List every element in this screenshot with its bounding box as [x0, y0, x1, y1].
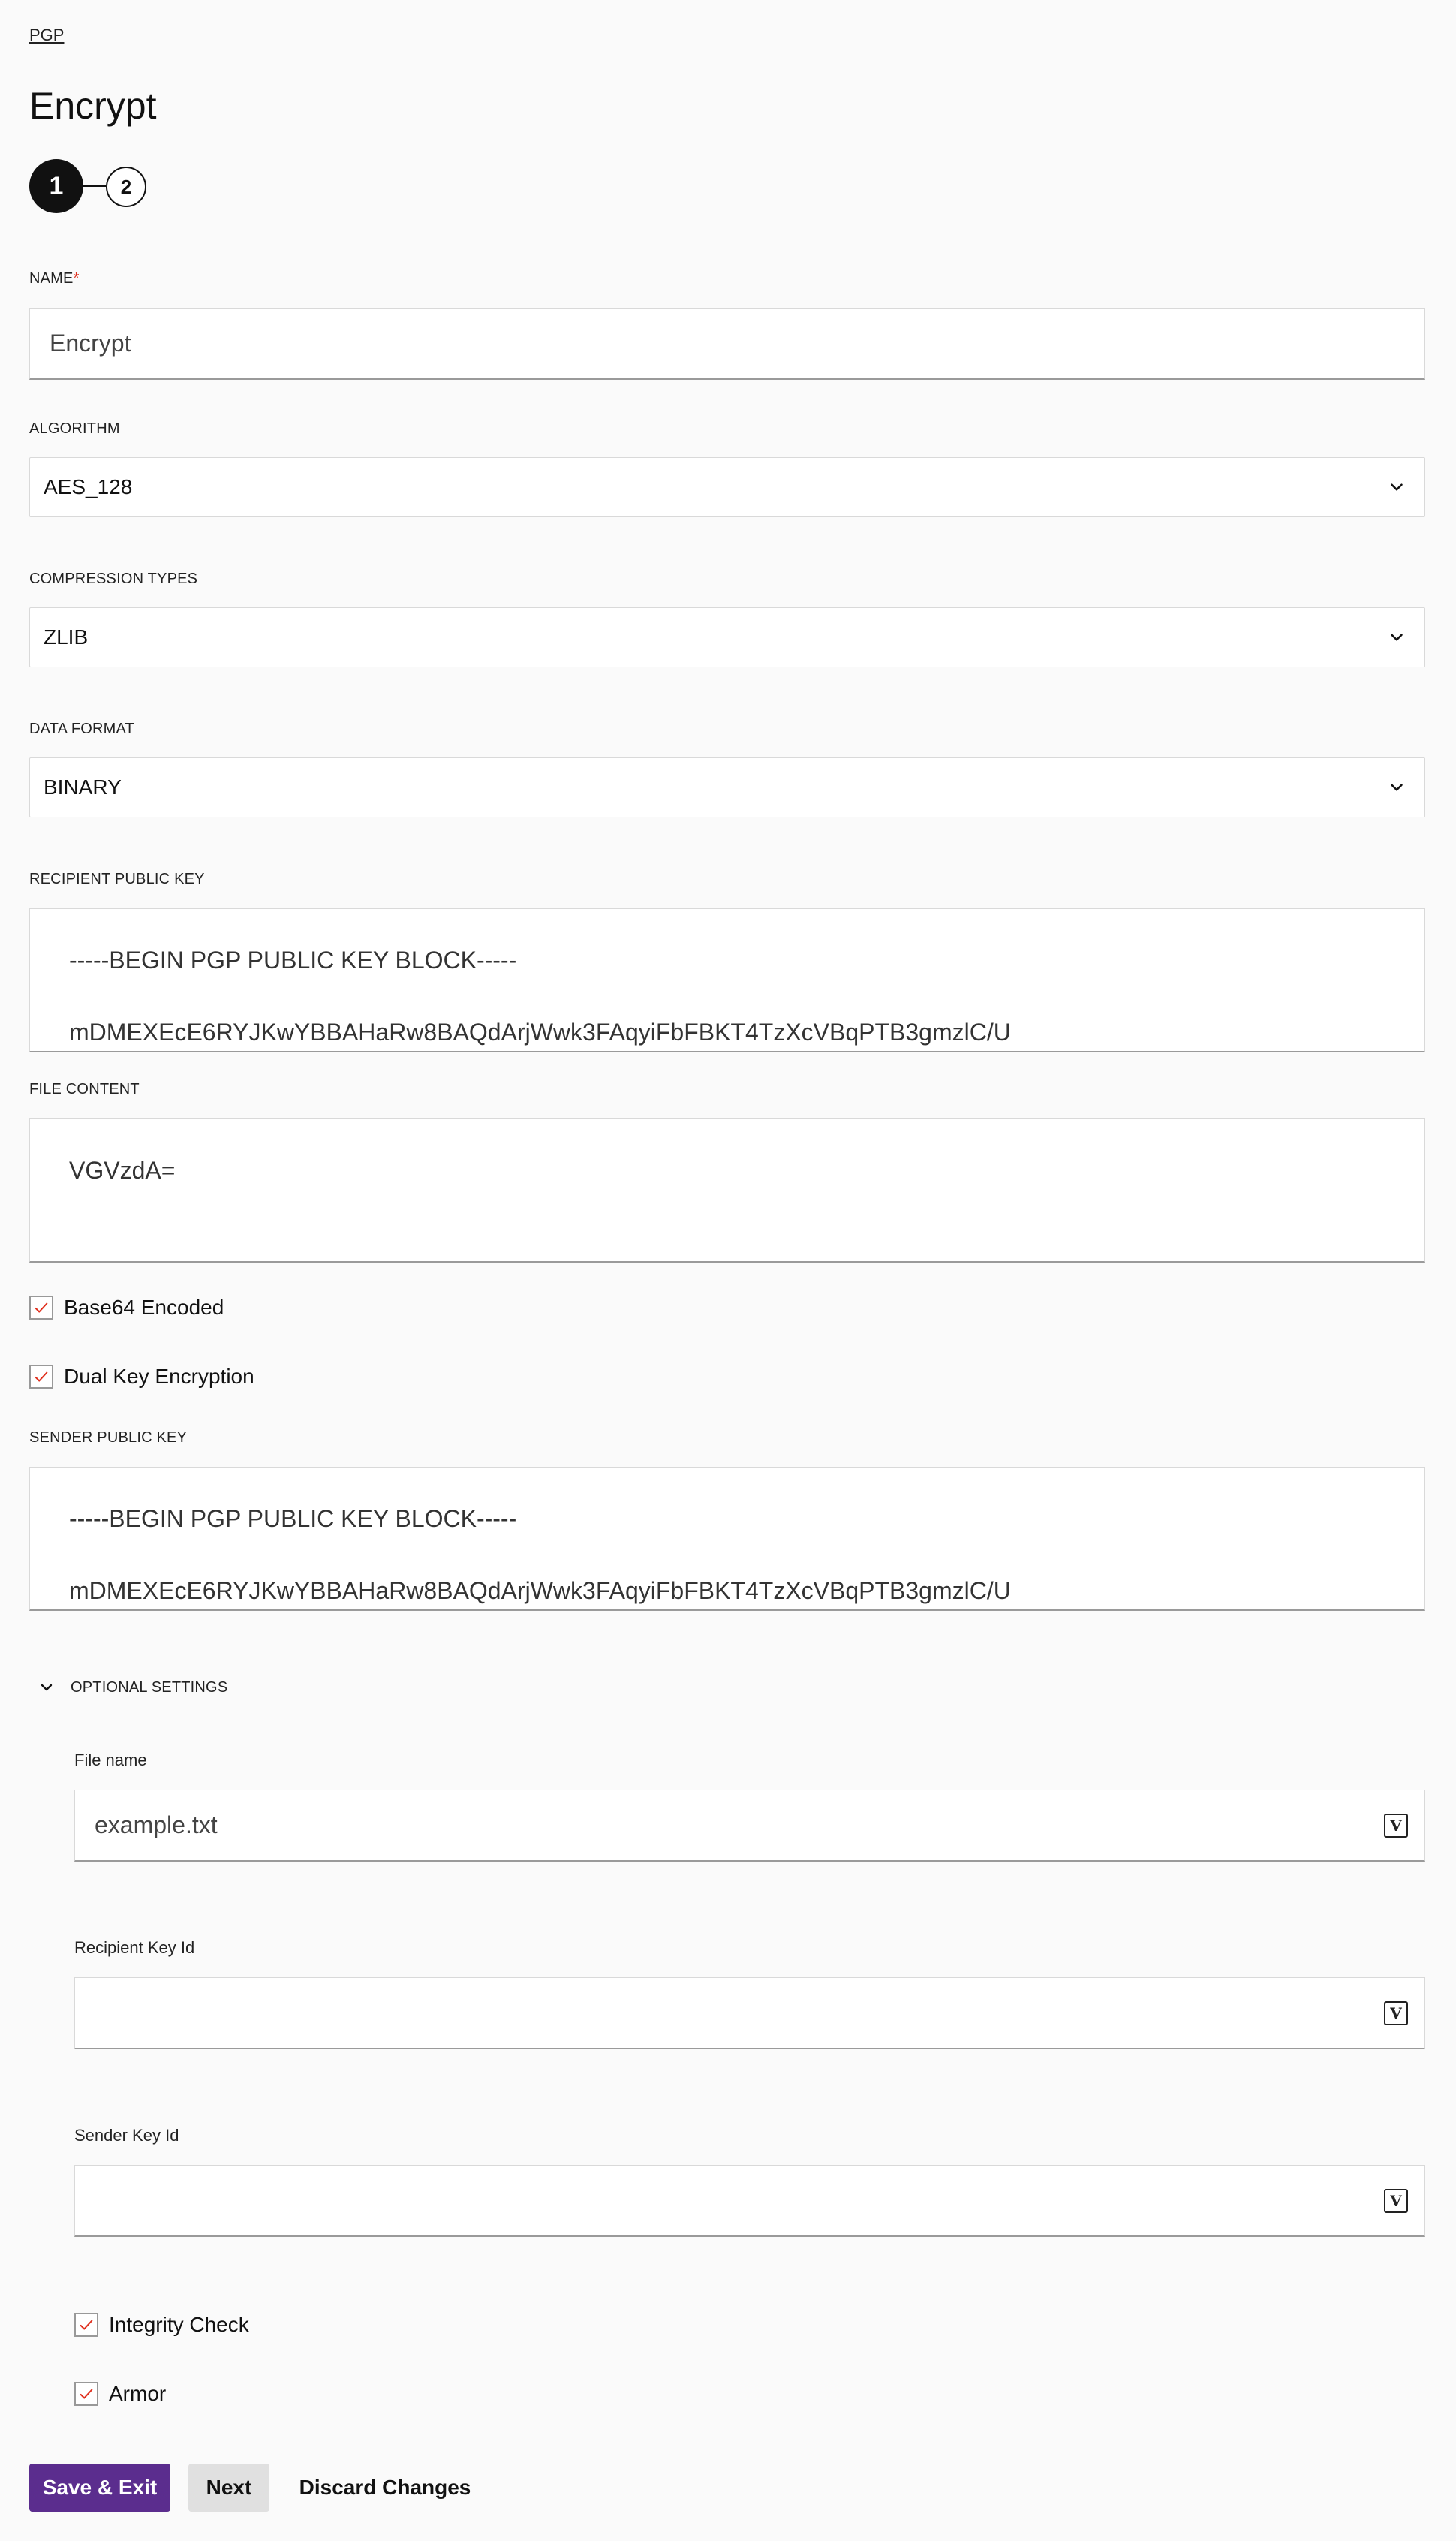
base64-encoded-checkbox[interactable]: [29, 1296, 53, 1320]
sender-key-line-2: mDMEXEcE6RYJKwYBBAHaRw8BAQdArjWwk3FAqyiF…: [69, 1577, 1011, 1604]
file-name-label: File name: [74, 1751, 147, 1769]
armor-checkbox[interactable]: [74, 2382, 98, 2406]
dual-key-checkbox-row[interactable]: Dual Key Encryption: [29, 1365, 254, 1389]
optional-settings-toggle[interactable]: OPTIONAL SETTINGS: [38, 1678, 227, 1697]
compression-selected-value: ZLIB: [44, 625, 89, 649]
recipient-key-id-label: Recipient Key Id: [74, 1938, 195, 1957]
name-label-text: NAME: [29, 270, 74, 287]
breadcrumb-link-pgp[interactable]: PGP: [29, 26, 64, 45]
armor-row[interactable]: Armor: [74, 2382, 166, 2406]
variable-icon[interactable]: V: [1384, 2188, 1408, 2213]
file-content-textarea[interactable]: VGVzdA=: [29, 1118, 1425, 1263]
required-mark: *: [73, 270, 80, 287]
optional-settings-label: OPTIONAL SETTINGS: [71, 1678, 228, 1696]
recipient-key-id-input[interactable]: V: [74, 1977, 1425, 2049]
compression-label: COMPRESSION TYPES: [29, 571, 198, 587]
sender-key-id-input[interactable]: V: [74, 2165, 1425, 2237]
base64-encoded-checkbox-row[interactable]: Base64 Encoded: [29, 1296, 224, 1320]
data-format-select[interactable]: BINARY: [29, 757, 1425, 817]
compression-select[interactable]: ZLIB: [29, 607, 1425, 667]
dual-key-encryption-label: Dual Key Encryption: [64, 1365, 254, 1388]
dual-key-encryption-checkbox[interactable]: [29, 1365, 53, 1389]
data-format-label: DATA FORMAT: [29, 721, 134, 737]
chevron-down-icon: [1391, 483, 1403, 491]
checkmark-icon: [80, 2320, 93, 2330]
integrity-check-checkbox[interactable]: [74, 2313, 98, 2337]
file-name-input[interactable]: example.txt V: [74, 1790, 1425, 1862]
algorithm-select[interactable]: AES_128: [29, 457, 1425, 517]
algorithm-selected-value: AES_128: [44, 475, 133, 498]
name-label: NAME*: [29, 270, 80, 288]
sender-key-line-1: -----BEGIN PGP PUBLIC KEY BLOCK-----: [69, 1505, 517, 1532]
recipient-key-line-1: -----BEGIN PGP PUBLIC KEY BLOCK-----: [69, 947, 517, 974]
base64-encoded-label: Base64 Encoded: [64, 1296, 224, 1319]
algorithm-label: ALGORITHM: [29, 420, 120, 437]
step-1-indicator[interactable]: 1: [29, 159, 83, 213]
file-content-label: FILE CONTENT: [29, 1081, 140, 1097]
integrity-check-label: Integrity Check: [109, 2313, 249, 2336]
chevron-down-icon: [1391, 784, 1403, 791]
variable-icon[interactable]: V: [1384, 2001, 1408, 2025]
recipient-key-label: RECIPIENT PUBLIC KEY: [29, 871, 205, 887]
step-2-indicator[interactable]: 2: [106, 167, 146, 207]
data-format-selected-value: BINARY: [44, 775, 122, 799]
file-content-value: VGVzdA=: [69, 1157, 176, 1184]
discard-changes-button[interactable]: Discard Changes: [287, 2464, 483, 2512]
recipient-key-line-2: mDMEXEcE6RYJKwYBBAHaRw8BAQdArjWwk3FAqyiF…: [69, 1019, 1011, 1046]
save-exit-button[interactable]: Save & Exit: [29, 2464, 170, 2512]
chevron-down-icon: [41, 1684, 53, 1691]
checkmark-icon: [35, 1371, 48, 1382]
armor-label: Armor: [109, 2382, 167, 2405]
checkmark-icon: [35, 1302, 48, 1313]
page-title: Encrypt: [29, 85, 157, 127]
next-button[interactable]: Next: [188, 2464, 269, 2512]
recipient-key-textarea[interactable]: -----BEGIN PGP PUBLIC KEY BLOCK----- mDM…: [29, 908, 1425, 1052]
sender-key-label: SENDER PUBLIC KEY: [29, 1429, 188, 1446]
stepper-connector: [83, 185, 106, 187]
checkmark-icon: [80, 2389, 93, 2399]
sender-key-id-label: Sender Key Id: [74, 2126, 179, 2145]
variable-icon[interactable]: V: [1384, 1813, 1408, 1838]
name-input[interactable]: Encrypt: [29, 308, 1425, 380]
chevron-down-icon: [1391, 634, 1403, 641]
file-name-value: example.txt: [95, 1811, 218, 1838]
sender-key-textarea[interactable]: -----BEGIN PGP PUBLIC KEY BLOCK----- mDM…: [29, 1467, 1425, 1611]
integrity-check-row[interactable]: Integrity Check: [74, 2313, 249, 2337]
name-input-value: Encrypt: [50, 330, 131, 357]
